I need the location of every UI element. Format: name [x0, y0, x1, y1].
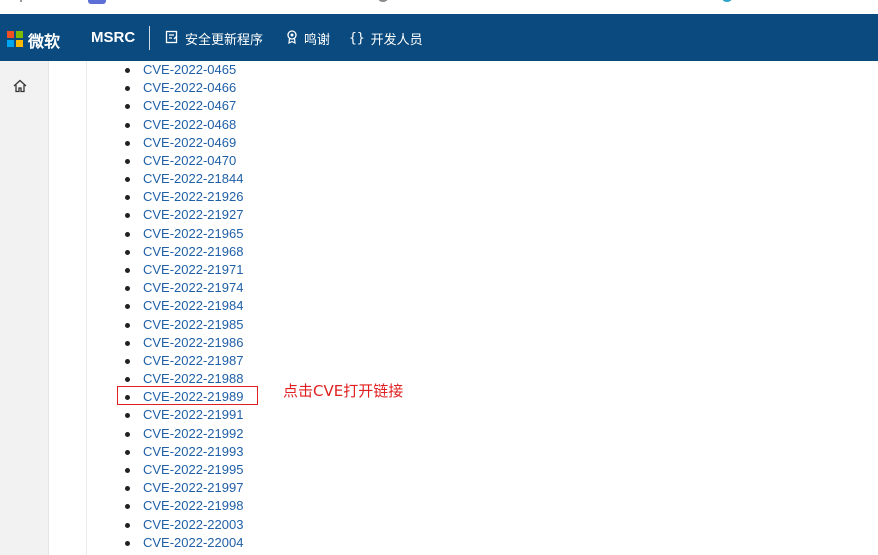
list-bullet [125, 231, 130, 237]
nav-developers[interactable]: {} 开发人员 [349, 29, 423, 48]
list-bullet [125, 267, 130, 273]
award-icon [286, 30, 298, 47]
cve-link[interactable]: CVE-2022-21971 [143, 261, 243, 279]
list-bullet [125, 177, 130, 183]
browser-tab-icon[interactable] [88, 0, 106, 4]
list-bullet [125, 522, 130, 528]
list-bullet [125, 122, 130, 128]
microsoft-logo-icon[interactable] [7, 31, 23, 47]
list-bullet [125, 286, 130, 292]
cve-link[interactable]: CVE-2022-21993 [143, 443, 243, 461]
main-content: CVE-2022-0465 CVE-2022-0466 CVE-2022-0467 C… [86, 61, 878, 555]
cve-link[interactable]: CVE-2022-0467 [143, 97, 236, 115]
cve-link[interactable]: CVE-2022-21965 [143, 225, 243, 243]
browser-search-icon[interactable] [378, 0, 388, 2]
cve-link[interactable]: CVE-2022-21986 [143, 334, 243, 352]
cve-link[interactable]: CVE-2022-0465 [143, 61, 236, 79]
list-bullet [125, 467, 130, 473]
browser-back-icon[interactable] [20, 0, 30, 2]
cve-link[interactable]: CVE-2022-21998 [143, 497, 243, 515]
list-bullet [125, 504, 130, 510]
list-bullet [125, 68, 130, 73]
browser-profile-icon[interactable] [722, 0, 732, 2]
cve-link[interactable]: CVE-2022-21995 [143, 461, 243, 479]
nav-acknowledgements-label: 鸣谢 [304, 32, 331, 47]
list-bullet [125, 340, 130, 346]
cve-link[interactable]: CVE-2022-21926 [143, 188, 243, 206]
cve-link[interactable]: CVE-2022-0466 [143, 79, 236, 97]
cve-link[interactable]: CVE-2022-21997 [143, 479, 243, 497]
nav-acknowledgements[interactable]: 鸣谢 [286, 29, 330, 48]
list-bullet [125, 104, 130, 110]
nav-security-updates-label: 安全更新程序 [185, 32, 264, 47]
list-bullet [125, 358, 130, 364]
annotation-highlight-box [117, 386, 258, 405]
home-icon[interactable] [12, 78, 28, 94]
cve-link[interactable]: CVE-2022-21987 [143, 352, 243, 370]
list-bullet [125, 304, 130, 310]
cve-link[interactable]: CVE-2022-22004 [143, 534, 243, 552]
list-bullet [125, 431, 130, 437]
nav-divider [149, 26, 150, 50]
cve-link[interactable]: CVE-2022-21968 [143, 243, 243, 261]
cve-link[interactable]: CVE-2022-0470 [143, 152, 236, 170]
cve-link[interactable]: CVE-2022-22003 [143, 516, 243, 534]
list-bullet [125, 213, 130, 219]
browser-top-strip [0, 0, 878, 14]
list-bullet [125, 140, 130, 146]
list-bullet [125, 86, 130, 92]
cve-link[interactable]: CVE-2022-21927 [143, 206, 243, 224]
list-bullet [125, 486, 130, 492]
cve-link[interactable]: CVE-2022-21984 [143, 297, 243, 315]
left-sidebar [0, 61, 49, 555]
top-navigation-bar: 微软 MSRC 安全更新程序 鸣谢 {} 开发人员 [0, 14, 878, 61]
nav-security-updates[interactable]: 安全更新程序 [165, 29, 263, 48]
list-bullet [125, 540, 130, 546]
cve-link[interactable]: CVE-2022-0469 [143, 134, 236, 152]
annotation-text: 点击CVE打开链接 [283, 382, 404, 400]
document-edit-icon [165, 30, 179, 47]
list-bullet [125, 158, 130, 164]
cve-link[interactable]: CVE-2022-21991 [143, 406, 243, 424]
list-bullet [125, 249, 130, 255]
cve-link[interactable]: CVE-2022-0468 [143, 116, 236, 134]
cve-link[interactable]: CVE-2022-21974 [143, 279, 243, 297]
cve-link[interactable]: CVE-2022-21985 [143, 316, 243, 334]
cve-link[interactable]: CVE-2022-21992 [143, 425, 243, 443]
cve-link[interactable]: CVE-2022-21844 [143, 170, 243, 188]
site-title-msrc[interactable]: MSRC [91, 29, 135, 46]
braces-icon: {} [349, 30, 365, 46]
list-bullet [125, 377, 130, 383]
list-bullet [125, 449, 130, 455]
list-bullet [125, 322, 130, 328]
nav-developers-label: 开发人员 [370, 32, 423, 47]
list-bullet [125, 195, 130, 201]
brand-name[interactable]: 微软 [28, 28, 60, 52]
list-bullet [125, 413, 130, 419]
